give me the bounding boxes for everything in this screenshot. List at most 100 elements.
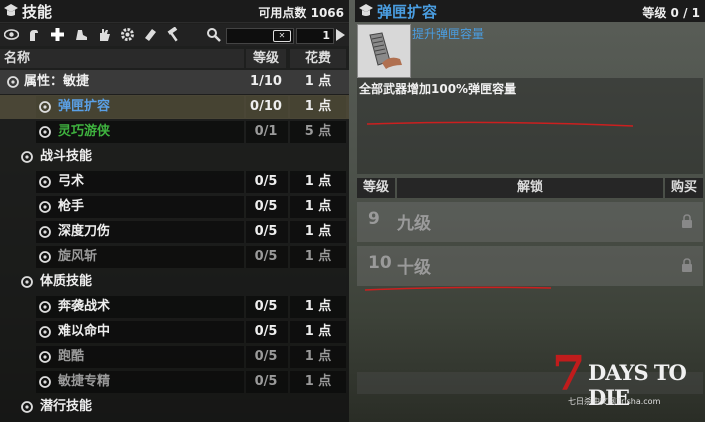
row-name: 深度刀伤 bbox=[58, 224, 111, 239]
perk-row[interactable]: 灵巧游侠 0/1 5 点 bbox=[0, 120, 349, 144]
perk-row[interactable]: 深度刀伤 0/5 1 点 bbox=[0, 220, 349, 244]
logo-seven: 7 bbox=[552, 346, 586, 402]
skills-panel: 技能 可用点数 1066 ✕ 1 名称 等级 花费 属性：敏捷 1/10 1 点弹匣… bbox=[0, 0, 349, 422]
column-header-cost[interactable]: 花费 bbox=[290, 49, 346, 68]
row-level: 0/1 bbox=[254, 124, 278, 139]
magazine-icon bbox=[357, 24, 411, 78]
page-value: 1 bbox=[322, 29, 330, 42]
category-row[interactable]: 体质技能 bbox=[0, 270, 349, 294]
row-name: 跑酷 bbox=[58, 349, 85, 364]
perk-row[interactable]: 弹匣扩容 0/10 1 点 bbox=[0, 95, 349, 119]
book-icon[interactable] bbox=[143, 27, 158, 42]
table-header-buy: 购买 bbox=[665, 178, 703, 198]
row-cost: 1 点 bbox=[304, 299, 332, 314]
hat-icon bbox=[359, 4, 373, 16]
perk-level: 等级 0 / 1 bbox=[642, 6, 700, 20]
perk-row[interactable]: 奔袭战术 0/5 1 点 bbox=[0, 295, 349, 319]
hammer-icon[interactable] bbox=[166, 27, 181, 42]
category-icon bbox=[21, 401, 33, 413]
perk-icon bbox=[39, 126, 51, 138]
perk-icon bbox=[39, 226, 51, 238]
row-cost: 1 点 bbox=[304, 74, 332, 89]
column-header-level[interactable]: 等级 bbox=[246, 49, 286, 68]
lock-icon bbox=[682, 214, 692, 228]
unlock-row-label: 九级 bbox=[397, 214, 431, 234]
perk-icon bbox=[39, 101, 51, 113]
page-number: 1 bbox=[296, 28, 334, 44]
column-header-name[interactable]: 名称 bbox=[0, 49, 244, 68]
perk-title: 弹匣扩容 bbox=[377, 3, 438, 21]
unlock-row[interactable]: 10 十级 bbox=[357, 246, 703, 286]
row-name: 旋风斩 bbox=[58, 249, 98, 264]
row-cost: 1 点 bbox=[304, 374, 332, 389]
clear-icon[interactable]: ✕ bbox=[273, 30, 291, 42]
row-name: 难以命中 bbox=[58, 324, 111, 339]
row-level: 0/5 bbox=[254, 349, 278, 364]
unlock-row[interactable]: 9 九级 bbox=[357, 202, 703, 242]
available-points: 可用点数 1066 bbox=[258, 6, 344, 20]
hand-icon[interactable] bbox=[97, 27, 112, 42]
perk-icon bbox=[39, 376, 51, 388]
perk-icon bbox=[7, 76, 19, 88]
arrow-right-icon[interactable] bbox=[336, 29, 345, 41]
row-name: 体质技能 bbox=[40, 274, 93, 289]
unlock-row-number: 9 bbox=[368, 209, 380, 229]
row-name: 灵巧游侠 bbox=[58, 124, 111, 139]
gear-icon[interactable] bbox=[120, 27, 135, 42]
perk-subtitle: 提升弹匣容量 bbox=[412, 27, 485, 41]
foot-icon[interactable] bbox=[74, 27, 89, 42]
row-level: 0/5 bbox=[254, 249, 278, 264]
red-underline bbox=[366, 121, 634, 127]
perk-icon bbox=[39, 326, 51, 338]
row-name: 属性：敏捷 bbox=[24, 74, 90, 89]
row-name: 弓术 bbox=[58, 174, 85, 189]
arm-icon[interactable] bbox=[27, 27, 42, 42]
row-level: 0/5 bbox=[254, 299, 278, 314]
unlock-row-label: 十级 bbox=[397, 258, 431, 278]
row-cost: 1 点 bbox=[304, 99, 332, 114]
plus-icon[interactable] bbox=[50, 27, 65, 42]
logo-site: 七日杀中文网7risha.com bbox=[568, 397, 661, 406]
row-cost: 1 点 bbox=[304, 349, 332, 364]
row-level: 0/5 bbox=[254, 174, 278, 189]
red-underline bbox=[364, 286, 552, 291]
row-name: 枪手 bbox=[58, 199, 85, 214]
unlock-row-number: 10 bbox=[368, 253, 392, 273]
perk-row[interactable]: 枪手 0/5 1 点 bbox=[0, 195, 349, 219]
perk-header: 弹匣扩容 等级 0 / 1 bbox=[355, 0, 705, 22]
category-icon bbox=[21, 276, 33, 288]
perk-icon bbox=[39, 301, 51, 313]
perk-row[interactable]: 跑酷 0/5 1 点 bbox=[0, 345, 349, 369]
attribute-row[interactable]: 属性：敏捷 1/10 1 点 bbox=[0, 70, 349, 94]
row-cost: 5 点 bbox=[304, 124, 332, 139]
perk-row[interactable]: 敏捷专精 0/5 1 点 bbox=[0, 370, 349, 394]
perk-description: 全部武器增加100%弹匣容量 bbox=[359, 82, 517, 96]
row-cost: 1 点 bbox=[304, 224, 332, 239]
perk-row[interactable]: 难以命中 0/5 1 点 bbox=[0, 320, 349, 344]
row-cost: 1 点 bbox=[304, 174, 332, 189]
row-name: 潜行技能 bbox=[40, 399, 93, 414]
category-row[interactable]: 战斗技能 bbox=[0, 145, 349, 169]
table-header-level: 等级 bbox=[357, 178, 395, 198]
table-header-unlock: 解锁 bbox=[397, 178, 663, 198]
search-icon[interactable] bbox=[206, 27, 221, 42]
row-cost: 1 点 bbox=[304, 324, 332, 339]
hat-icon bbox=[4, 4, 18, 16]
perk-row[interactable]: 旋风斩 0/5 1 点 bbox=[0, 245, 349, 269]
skills-header: 技能 可用点数 1066 bbox=[0, 0, 349, 23]
perk-icon bbox=[39, 351, 51, 363]
search-input[interactable]: ✕ bbox=[226, 28, 294, 44]
game-logo: 7 DAYS TO DIE 七日杀中文网7risha.com bbox=[552, 350, 702, 410]
row-level: 0/10 bbox=[250, 99, 282, 114]
perk-row[interactable]: 弓术 0/5 1 点 bbox=[0, 170, 349, 194]
row-name: 弹匣扩容 bbox=[58, 99, 111, 114]
row-level: 0/5 bbox=[254, 324, 278, 339]
skills-title: 技能 bbox=[22, 3, 53, 21]
filter-toolbar: ✕ 1 bbox=[0, 24, 349, 46]
row-name: 奔袭战术 bbox=[58, 299, 111, 314]
eye-icon[interactable] bbox=[4, 27, 19, 42]
row-name: 战斗技能 bbox=[40, 149, 93, 164]
row-level: 1/10 bbox=[250, 74, 282, 89]
category-icon bbox=[21, 151, 33, 163]
category-row[interactable]: 潜行技能 bbox=[0, 395, 349, 419]
